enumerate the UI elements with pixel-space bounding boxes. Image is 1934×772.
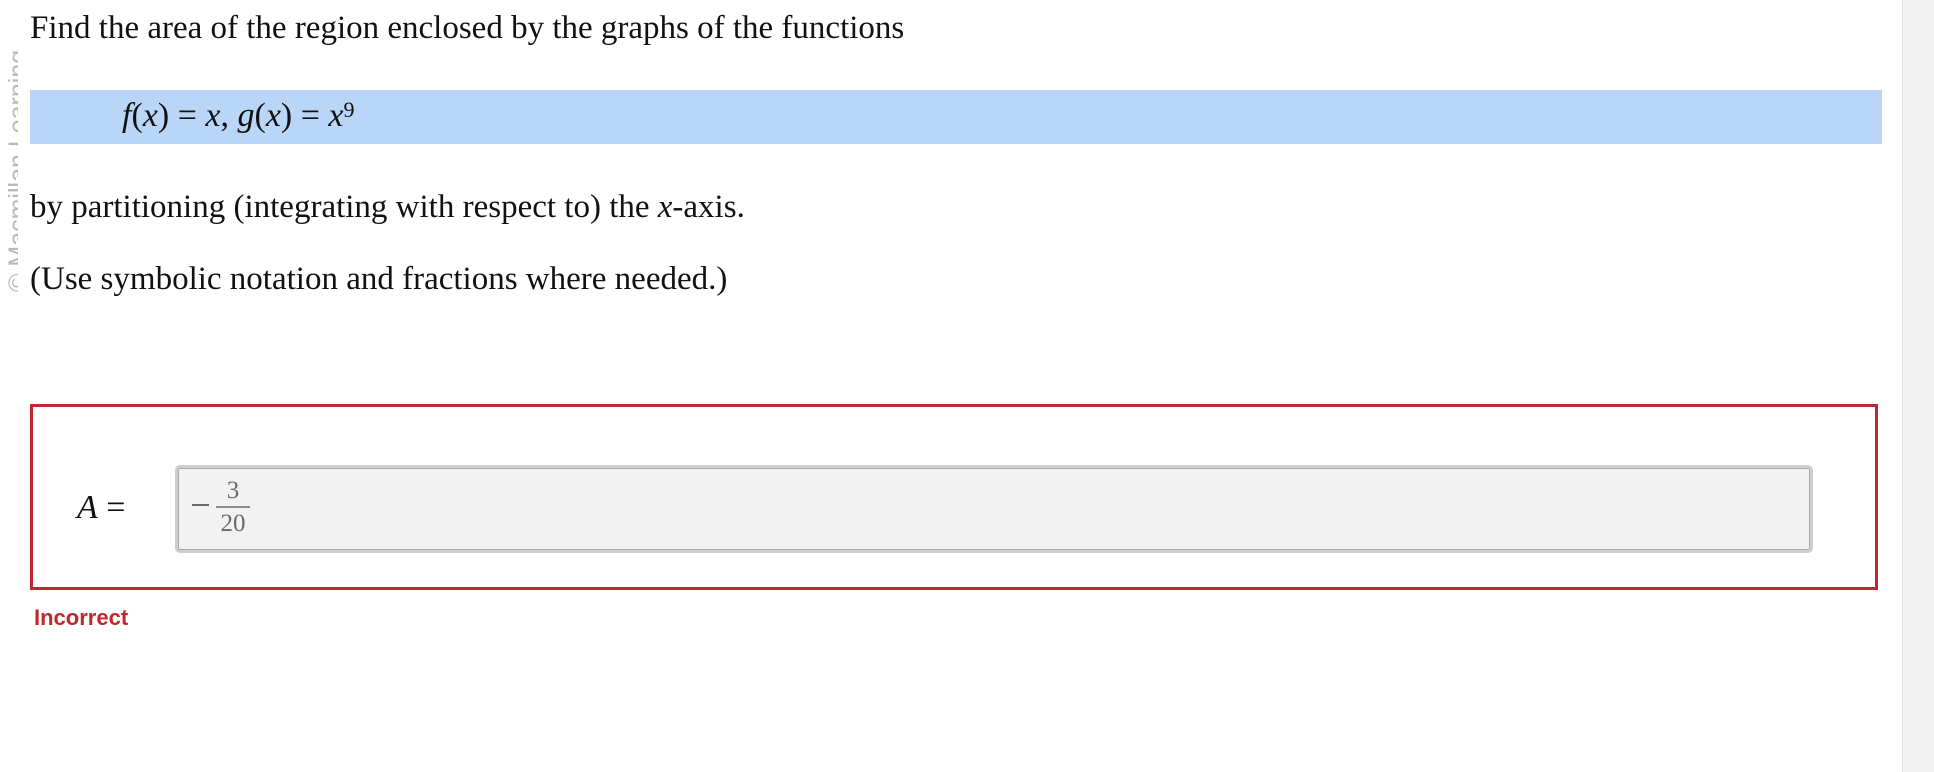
axis-variable: x (657, 189, 673, 225)
answer-input[interactable]: 3 20 (175, 465, 1813, 553)
exponent: 9 (343, 97, 355, 122)
formula-highlight: f(x) = x, g(x) = x9 (30, 90, 1882, 144)
question-intro: Find the area of the region enclosed by … (30, 10, 905, 46)
g-symbol: g (237, 97, 255, 134)
function-definitions: f(x) = x, g(x) = x9 (122, 97, 355, 134)
answer-box: A = 3 20 (30, 404, 1878, 590)
answer-label: A = (77, 489, 126, 526)
copyright-watermark: © Macmillan Learning (0, 0, 18, 310)
numerator: 3 (226, 477, 240, 504)
denominator: 20 (220, 510, 246, 537)
question-instruction: (Use symbolic notation and fractions whe… (30, 261, 728, 297)
answer-fraction: 3 20 (216, 478, 250, 537)
watermark-text: © Macmillan Learning (4, 49, 18, 292)
question-method: by partitioning (integrating with respec… (30, 189, 745, 225)
minus-sign (192, 504, 209, 506)
scrollbar[interactable] (1902, 0, 1934, 772)
fraction-bar (216, 506, 250, 508)
feedback-status: Incorrect (34, 605, 129, 630)
